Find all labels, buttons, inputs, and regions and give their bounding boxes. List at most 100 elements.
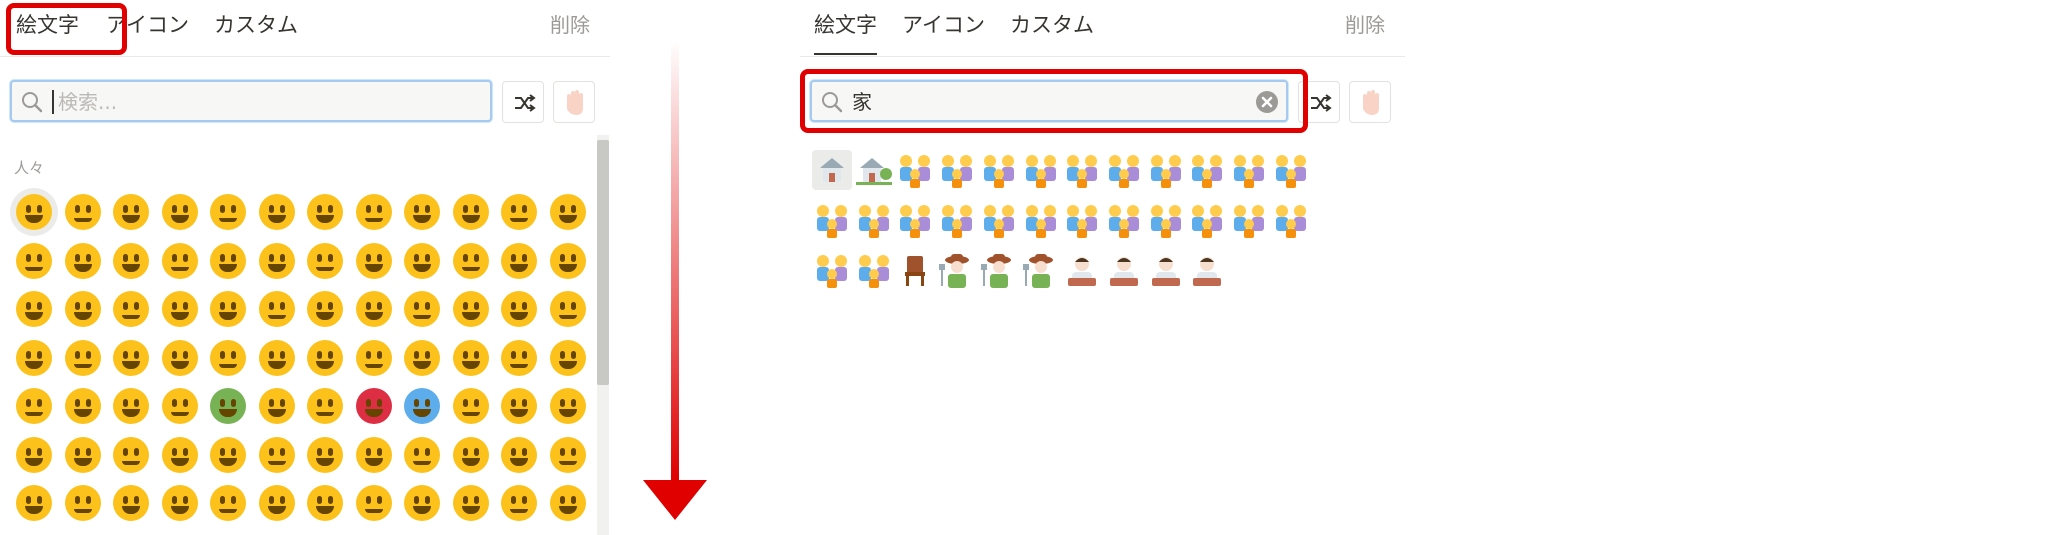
emoji-item[interactable] <box>307 436 343 473</box>
emoji-item[interactable] <box>16 339 52 376</box>
emoji-item[interactable] <box>161 388 198 424</box>
emoji-result-item[interactable] <box>854 200 894 240</box>
emoji-item[interactable] <box>258 194 295 230</box>
emoji-item[interactable] <box>16 485 52 521</box>
emoji-item[interactable] <box>404 194 440 230</box>
emoji-item[interactable] <box>64 436 101 473</box>
emoji-result-item[interactable] <box>1229 200 1269 240</box>
emoji-item[interactable] <box>355 388 392 424</box>
emoji-item[interactable] <box>64 291 101 327</box>
emoji-result-item[interactable] <box>1146 250 1186 290</box>
emoji-item[interactable] <box>113 388 149 424</box>
remove-button[interactable]: 削除 <box>1345 10 1385 40</box>
emoji-item[interactable] <box>307 242 343 279</box>
emoji-result-item[interactable] <box>1187 200 1227 240</box>
emoji-item[interactable] <box>452 485 489 521</box>
scrollbar-thumb[interactable] <box>597 140 609 385</box>
emoji-result-item[interactable] <box>1146 200 1186 240</box>
emoji-item[interactable] <box>161 194 198 230</box>
emoji-item[interactable] <box>452 388 489 424</box>
emoji-item[interactable] <box>161 485 198 521</box>
emoji-result-item[interactable] <box>1104 200 1144 240</box>
emoji-result-item[interactable] <box>812 250 852 290</box>
emoji-result-item[interactable] <box>854 250 894 290</box>
emoji-item[interactable] <box>549 242 586 279</box>
emoji-item[interactable] <box>258 242 295 279</box>
emoji-item[interactable] <box>549 436 586 473</box>
emoji-item[interactable] <box>355 194 392 230</box>
tab-icons[interactable]: アイコン <box>902 10 985 40</box>
emoji-item[interactable] <box>501 291 537 327</box>
emoji-item[interactable] <box>355 436 392 473</box>
emoji-item[interactable] <box>16 194 52 230</box>
emoji-item[interactable] <box>16 242 52 279</box>
emoji-result-item[interactable] <box>854 150 894 190</box>
emoji-item[interactable] <box>113 485 149 521</box>
emoji-result-item[interactable] <box>1271 200 1311 240</box>
emoji-result-item[interactable] <box>979 150 1019 190</box>
emoji-item[interactable] <box>161 436 198 473</box>
emoji-result-item[interactable] <box>812 200 852 240</box>
emoji-item[interactable] <box>549 194 586 230</box>
emoji-item[interactable] <box>16 291 52 327</box>
emoji-item[interactable] <box>64 339 101 376</box>
emoji-item[interactable] <box>161 339 198 376</box>
emoji-result-item[interactable] <box>1187 250 1227 290</box>
emoji-item[interactable] <box>355 242 392 279</box>
skin-tone-button[interactable] <box>1349 81 1391 123</box>
emoji-item[interactable] <box>210 339 246 376</box>
emoji-result-item[interactable] <box>979 200 1019 240</box>
emoji-item[interactable] <box>501 388 537 424</box>
emoji-item[interactable] <box>113 339 149 376</box>
emoji-item[interactable] <box>210 242 246 279</box>
emoji-result-item[interactable] <box>937 250 977 290</box>
emoji-result-item[interactable] <box>937 150 977 190</box>
emoji-result-item[interactable] <box>1146 150 1186 190</box>
emoji-result-item[interactable] <box>895 250 935 290</box>
emoji-item[interactable] <box>210 485 246 521</box>
emoji-item[interactable] <box>64 194 101 230</box>
emoji-item[interactable] <box>113 194 149 230</box>
emoji-item[interactable] <box>355 485 392 521</box>
emoji-item[interactable] <box>210 436 246 473</box>
emoji-item[interactable] <box>307 339 343 376</box>
emoji-item[interactable] <box>501 436 537 473</box>
emoji-result-item[interactable] <box>1021 150 1061 190</box>
emoji-result-item[interactable] <box>1062 250 1102 290</box>
emoji-item[interactable] <box>210 388 246 424</box>
emoji-result-item[interactable] <box>1104 150 1144 190</box>
emoji-item[interactable] <box>549 388 586 424</box>
emoji-item[interactable] <box>161 291 198 327</box>
emoji-item[interactable] <box>452 436 489 473</box>
emoji-item[interactable] <box>549 485 586 521</box>
tab-custom[interactable]: カスタム <box>214 10 298 40</box>
emoji-item[interactable] <box>501 485 537 521</box>
emoji-item[interactable] <box>501 242 537 279</box>
emoji-item[interactable] <box>307 291 343 327</box>
emoji-result-item[interactable] <box>979 250 1019 290</box>
emoji-item[interactable] <box>452 242 489 279</box>
emoji-item[interactable] <box>113 291 149 327</box>
emoji-result-item[interactable] <box>1187 150 1227 190</box>
emoji-item[interactable] <box>549 339 586 376</box>
emoji-item[interactable] <box>404 388 440 424</box>
emoji-item[interactable] <box>452 194 489 230</box>
emoji-item[interactable] <box>307 388 343 424</box>
emoji-item[interactable] <box>404 339 440 376</box>
emoji-item[interactable] <box>16 388 52 424</box>
emoji-result-item[interactable] <box>895 150 935 190</box>
emoji-item[interactable] <box>501 194 537 230</box>
emoji-item[interactable] <box>355 291 392 327</box>
search-input[interactable]: 検索... <box>10 80 492 122</box>
emoji-item[interactable] <box>258 485 295 521</box>
emoji-item[interactable] <box>258 436 295 473</box>
emoji-item[interactable] <box>64 388 101 424</box>
skin-tone-button[interactable] <box>553 81 595 123</box>
emoji-result-item[interactable] <box>895 200 935 240</box>
emoji-result-item[interactable] <box>1062 150 1102 190</box>
emoji-item[interactable] <box>16 436 52 473</box>
emoji-result-item[interactable] <box>1062 200 1102 240</box>
emoji-item[interactable] <box>355 339 392 376</box>
emoji-item[interactable] <box>258 388 295 424</box>
emoji-item[interactable] <box>113 242 149 279</box>
